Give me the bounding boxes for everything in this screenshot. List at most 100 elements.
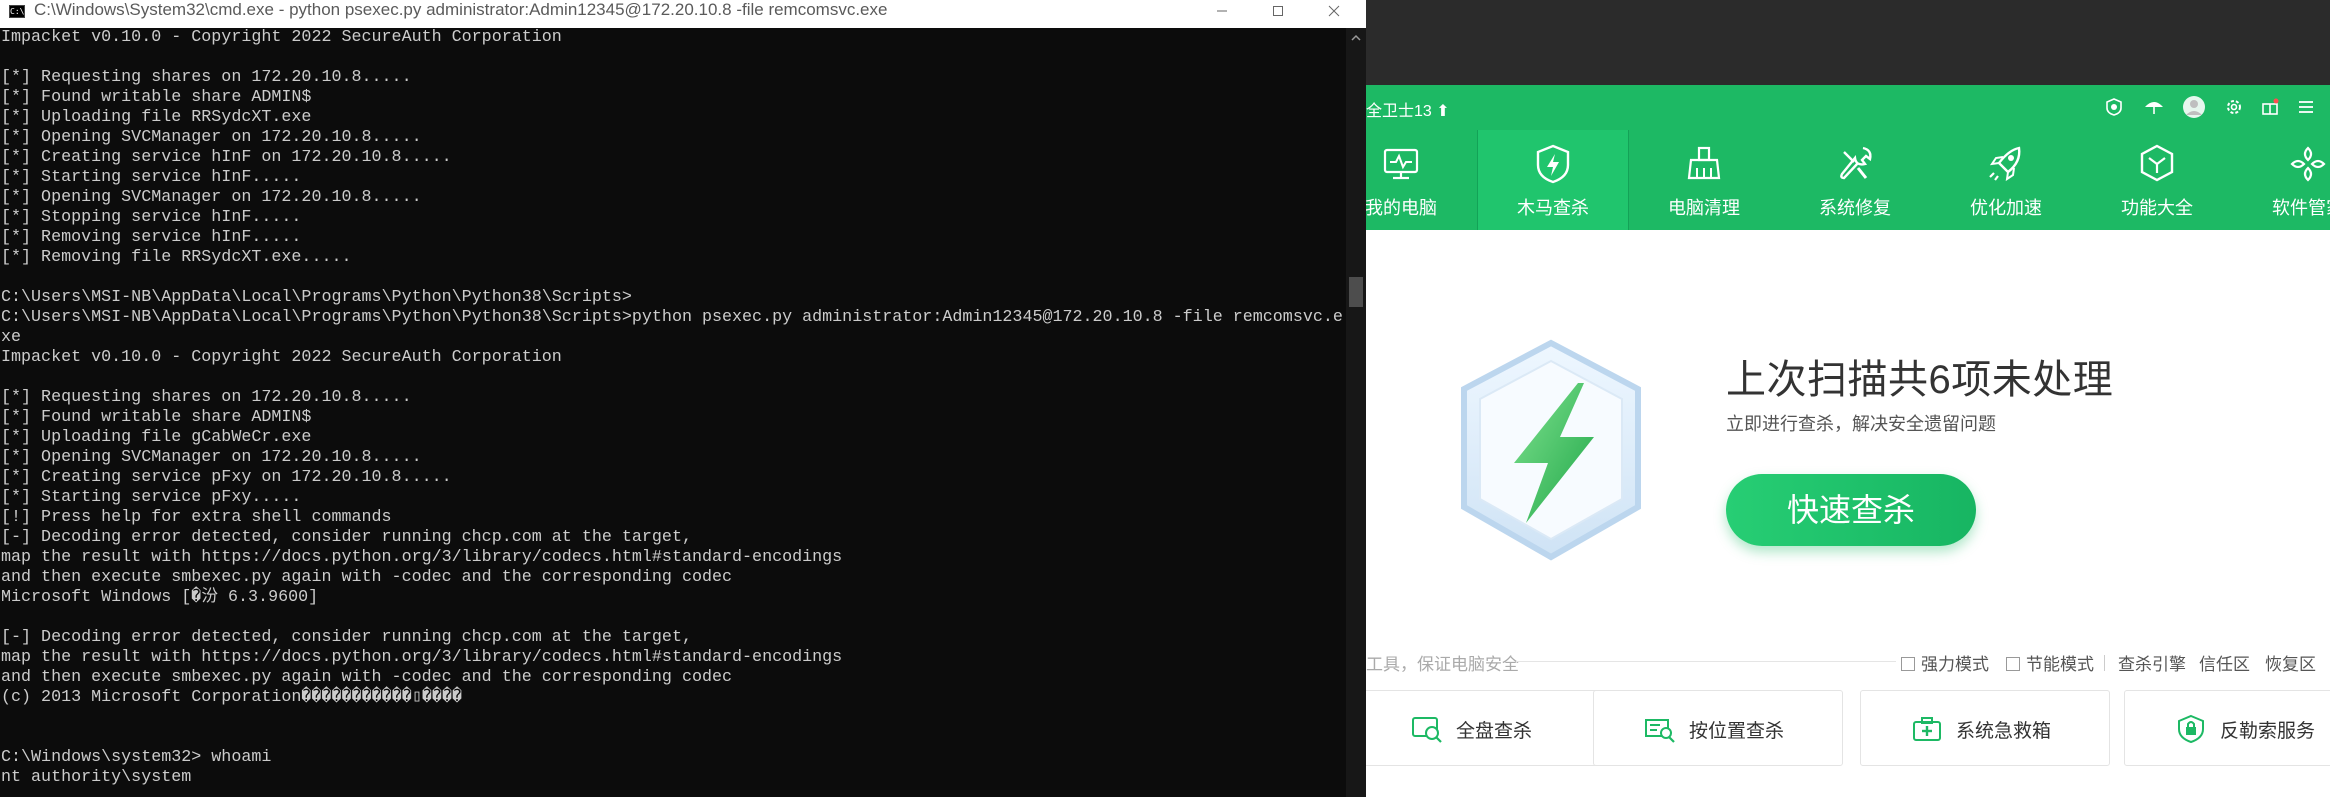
card-label: 系统急救箱 bbox=[1956, 721, 2052, 742]
card-label: 按位置查杀 bbox=[1689, 721, 1785, 742]
maximize-button[interactable] bbox=[1250, 0, 1306, 22]
minimize-icon bbox=[1217, 10, 1227, 12]
terminal-line: [*] Requesting shares on 172.20.10.8....… bbox=[1, 388, 412, 407]
monitor-icon bbox=[1383, 148, 1419, 180]
terminal-line: [*] Stopping service hInF..... bbox=[1, 208, 302, 227]
first-aid-icon bbox=[1913, 717, 1941, 741]
anti-ransom-icon bbox=[2178, 714, 2204, 744]
card-label: 全盘查杀 bbox=[1456, 721, 1533, 742]
vertical-scrollbar[interactable] bbox=[1346, 28, 1366, 797]
nav-item-speedup[interactable]: 优化加速 bbox=[1931, 130, 2081, 230]
nav-label: 功能大全 bbox=[2121, 198, 2193, 218]
trust-zone-link[interactable]: 信任区 bbox=[2199, 650, 2250, 675]
cube-icon bbox=[2140, 144, 2174, 182]
terminal-line: [*] Removing service hInF..... bbox=[1, 228, 302, 247]
nav-label: 优化加速 bbox=[1970, 198, 2042, 218]
terminal-line: Impacket v0.10.0 - Copyright 2022 Secure… bbox=[1, 28, 562, 47]
terminal-line: [*] Removing file RRSydcXT.exe..... bbox=[1, 248, 352, 267]
cmd-window-title: C:\Windows\System32\cmd.exe - python pse… bbox=[34, 0, 888, 19]
umbrella-icon[interactable] bbox=[2140, 93, 2168, 121]
terminal-line: [*] Found writable share ADMIN$ bbox=[1, 88, 312, 107]
broom-icon bbox=[1687, 146, 1721, 180]
shield-bolt-icon bbox=[1536, 144, 1570, 184]
nav-item-trojan-scan[interactable]: 木马查杀 bbox=[1478, 130, 1628, 230]
full-scan-card[interactable]: 全盘查杀 bbox=[1366, 690, 1610, 766]
options-row: 工具，保证电脑安全 强力模式 节能模式 查杀引擎 信任区 恢复区 bbox=[1366, 645, 2330, 677]
nav-label: 系统修复 bbox=[1819, 198, 1891, 218]
nav-item-system-repair[interactable]: 系统修复 bbox=[1780, 130, 1930, 230]
power-save-checkbox[interactable]: 节能模式 bbox=[2006, 650, 2094, 675]
terminal-line: [!] Press help for extra shell commands bbox=[1, 508, 392, 527]
wrench-icon bbox=[1840, 146, 1872, 180]
power-save-label: 节能模式 bbox=[2026, 655, 2094, 674]
close-icon bbox=[1328, 5, 1340, 17]
nav-item-cleanup[interactable]: 电脑清理 bbox=[1629, 130, 1779, 230]
minimize-button[interactable] bbox=[1194, 0, 1250, 22]
first-aid-card[interactable]: 系统急救箱 bbox=[1860, 690, 2110, 766]
terminal-line: [*] Opening SVCManager on 172.20.10.8...… bbox=[1, 128, 422, 147]
terminal-line: C:\Users\MSI-NB\AppData\Local\Programs\P… bbox=[1, 288, 632, 307]
terminal-line: C:\Windows\system32> whoami bbox=[1, 748, 272, 767]
cmd-window: C:\ C:\Windows\System32\cmd.exe - python… bbox=[0, 0, 1366, 797]
separator bbox=[2104, 655, 2105, 671]
terminal-line: xe bbox=[1, 328, 22, 347]
settings-gear-icon[interactable] bbox=[2220, 93, 2248, 121]
apps-icon bbox=[2290, 146, 2326, 182]
location-scan-card[interactable]: 按位置查杀 bbox=[1593, 690, 1843, 766]
terminal-line: [*] Starting service hInF..... bbox=[1, 168, 302, 187]
terminal-line: map the result with https://docs.python.… bbox=[1, 548, 843, 567]
terminal-line: [*] Found writable share ADMIN$ bbox=[1, 408, 312, 427]
terminal-line: [-] Decoding error detected, consider ru… bbox=[1, 528, 692, 547]
terminal-line: Microsoft Windows [�汾 6.3.9600] bbox=[1, 588, 319, 607]
card-label: 反勒索服务 bbox=[2220, 721, 2316, 742]
terminal-line: [*] Requesting shares on 172.20.10.8....… bbox=[1, 68, 412, 87]
restore-zone-link[interactable]: 恢复区 bbox=[2265, 650, 2316, 675]
menu-icon[interactable] bbox=[2292, 93, 2320, 121]
scrollbar-thumb[interactable] bbox=[1349, 277, 1363, 307]
nav-item-software[interactable]: 软件管家 bbox=[2233, 130, 2330, 230]
checkbox-box[interactable] bbox=[1901, 657, 1915, 671]
nav-item-my-computer[interactable]: 我的电脑 bbox=[1366, 130, 1476, 230]
maximize-icon bbox=[1273, 6, 1283, 16]
scan-status-headline: 上次扫描共6项未处理 bbox=[1726, 358, 2114, 402]
terminal-line: map the result with https://docs.python.… bbox=[1, 648, 843, 667]
terminal-line: [*] Starting service pFxy..... bbox=[1, 488, 302, 507]
cmd-titlebar[interactable]: C:\ C:\Windows\System32\cmd.exe - python… bbox=[0, 0, 1366, 28]
terminal-line: [*] Opening SVCManager on 172.20.10.8...… bbox=[1, 188, 422, 207]
terminal-line: (c) 2013 Microsoft Corporation����������… bbox=[1, 688, 463, 707]
nav-item-features[interactable]: 功能大全 bbox=[2082, 130, 2232, 230]
terminal-line: [*] Creating service pFxy on 172.20.10.8… bbox=[1, 468, 452, 487]
shield-status-icon[interactable] bbox=[2100, 93, 2128, 121]
location-scan-icon bbox=[1645, 719, 1675, 743]
terminal-line: [*] Uploading file RRSydcXT.exe bbox=[1, 108, 312, 127]
shield-bolt-illustration bbox=[1461, 339, 1641, 561]
anti-ransom-card[interactable]: 反勒索服务 bbox=[2124, 690, 2330, 766]
terminal-output[interactable]: Impacket v0.10.0 - Copyright 2022 Secure… bbox=[0, 28, 1346, 797]
terminal-line: C:\Users\MSI-NB\AppData\Local\Programs\P… bbox=[1, 308, 1343, 327]
strong-mode-checkbox[interactable]: 强力模式 bbox=[1901, 650, 1989, 675]
scan-engine-link[interactable]: 查杀引擎 bbox=[2118, 650, 2186, 675]
cmd-app-icon: C:\ bbox=[9, 5, 25, 18]
quick-scan-button[interactable]: 快速查杀 bbox=[1726, 474, 1976, 546]
avatar[interactable] bbox=[2180, 93, 2208, 121]
checkbox-box[interactable] bbox=[2006, 657, 2020, 671]
terminal-text: Impacket v0.10.0 - Copyright 2022 Secure… bbox=[0, 28, 1346, 788]
nav-label: 我的电脑 bbox=[1366, 198, 1437, 218]
terminal-line: [*] Uploading file gCabWeCr.exe bbox=[1, 428, 312, 447]
gift-icon[interactable] bbox=[2256, 93, 2284, 121]
close-button[interactable] bbox=[1306, 0, 1362, 22]
nav-label: 木马查杀 bbox=[1517, 198, 1589, 218]
terminal-line: [-] Decoding error detected, consider ru… bbox=[1, 628, 692, 647]
nav-label: 软件管家 bbox=[2272, 198, 2330, 218]
rocket-icon bbox=[1989, 146, 2021, 182]
security-hint: 工具，保证电脑安全 bbox=[1366, 655, 1519, 674]
scroll-up-arrow-icon[interactable] bbox=[1346, 28, 1366, 48]
terminal-line: and then execute smbexec.py again with -… bbox=[1, 668, 733, 687]
app-brand[interactable]: 全卫士13 ⬆ bbox=[1366, 97, 1450, 121]
terminal-line: nt authority\system bbox=[1, 768, 192, 787]
